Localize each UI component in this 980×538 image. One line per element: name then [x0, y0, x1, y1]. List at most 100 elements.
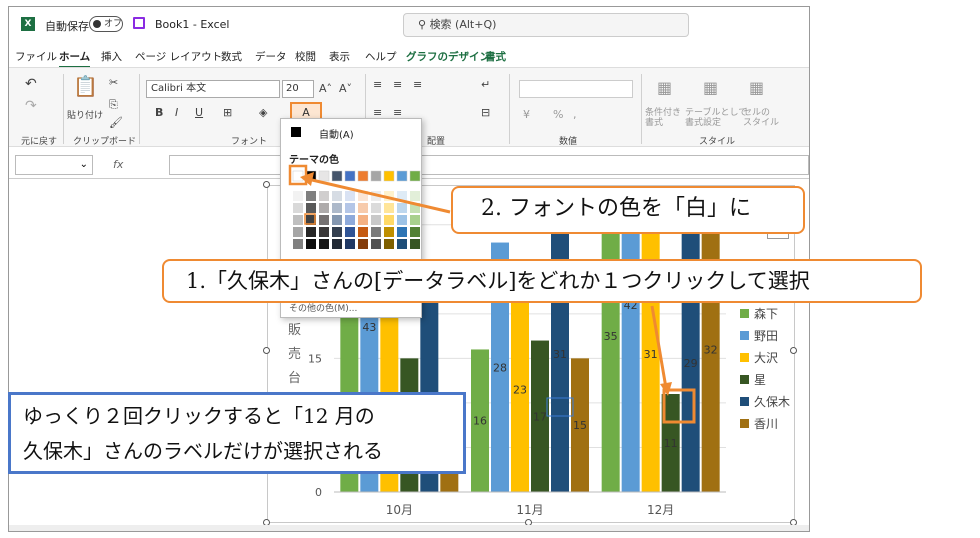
tab-file[interactable]: ファイル: [15, 49, 57, 64]
tab-chart-design[interactable]: グラフのデザイン: [406, 49, 490, 64]
redo-icon[interactable]: ↷: [25, 98, 37, 114]
table-format-icon[interactable]: ▦: [703, 78, 718, 97]
color-swatch[interactable]: [358, 215, 368, 225]
color-swatch[interactable]: [383, 170, 395, 182]
font-name-select[interactable]: Calibri 本文: [146, 80, 280, 98]
align-top-icon[interactable]: ≡: [373, 78, 382, 91]
color-swatch[interactable]: [345, 215, 355, 225]
y-axis-label[interactable]: 台: [288, 371, 301, 386]
resize-handle[interactable]: [263, 181, 270, 188]
paste-icon[interactable]: 📋: [73, 74, 98, 98]
color-swatch[interactable]: [319, 191, 329, 201]
x-tick-label[interactable]: 12月: [647, 503, 674, 517]
data-label[interactable]: 31: [644, 348, 658, 361]
function-icon[interactable]: fx: [113, 158, 123, 171]
cut-icon[interactable]: ✂: [109, 76, 118, 89]
italic-button[interactable]: I: [175, 106, 178, 119]
data-label[interactable]: 17: [533, 410, 547, 423]
legend-label[interactable]: 香川: [754, 417, 778, 431]
legend-label[interactable]: 森下: [754, 306, 778, 321]
color-swatch[interactable]: [396, 170, 408, 182]
data-label[interactable]: 16: [473, 415, 487, 428]
legend-label[interactable]: 野田: [754, 329, 778, 343]
color-swatch[interactable]: [293, 239, 303, 249]
color-swatch[interactable]: [371, 227, 381, 237]
color-swatch[interactable]: [384, 191, 394, 201]
color-swatch[interactable]: [319, 239, 329, 249]
currency-icon[interactable]: ¥: [523, 108, 530, 121]
color-swatch[interactable]: [358, 191, 368, 201]
search-input[interactable]: ⚲ 検索 (Alt+Q): [403, 13, 689, 37]
color-swatch[interactable]: [384, 239, 394, 249]
color-swatch[interactable]: [345, 239, 355, 249]
color-swatch[interactable]: [293, 227, 303, 237]
color-swatch[interactable]: [397, 239, 407, 249]
legend-label[interactable]: 星: [754, 373, 766, 387]
color-swatch[interactable]: [410, 227, 420, 237]
color-swatch[interactable]: [409, 170, 421, 182]
data-label[interactable]: 43: [362, 321, 376, 334]
format-painter-icon[interactable]: 🖌: [109, 116, 123, 129]
save-icon[interactable]: [133, 17, 145, 29]
color-swatch[interactable]: [371, 215, 381, 225]
legend-swatch[interactable]: [740, 309, 749, 318]
data-label[interactable]: 23: [513, 384, 527, 397]
color-swatch[interactable]: [332, 203, 342, 213]
legend-swatch[interactable]: [740, 353, 749, 362]
color-swatch[interactable]: [332, 191, 342, 201]
color-swatch[interactable]: [332, 239, 342, 249]
color-swatch[interactable]: [345, 203, 355, 213]
y-tick-label[interactable]: 0: [315, 486, 322, 499]
x-tick-label[interactable]: 10月: [386, 503, 413, 517]
auto-color-swatch[interactable]: [291, 127, 301, 137]
tab-formulas[interactable]: 数式: [221, 49, 242, 64]
color-swatch[interactable]: [358, 203, 368, 213]
data-label[interactable]: 29: [684, 357, 698, 370]
tab-page-layout[interactable]: ページ レイアウト: [135, 49, 222, 64]
align-middle-icon[interactable]: ≡: [393, 78, 402, 91]
legend-swatch[interactable]: [740, 375, 749, 384]
legend-swatch[interactable]: [740, 331, 749, 340]
color-swatch[interactable]: [345, 191, 355, 201]
color-swatch[interactable]: [397, 203, 407, 213]
name-box[interactable]: ⌄: [15, 155, 93, 175]
grow-font-icon[interactable]: A˄: [319, 82, 332, 95]
tab-format[interactable]: 書式: [485, 49, 506, 64]
color-swatch[interactable]: [384, 203, 394, 213]
tab-insert[interactable]: 挿入: [101, 49, 122, 64]
tab-review[interactable]: 校閲: [295, 49, 316, 64]
color-swatch[interactable]: [358, 227, 368, 237]
percent-icon[interactable]: %: [553, 108, 563, 121]
border-icon[interactable]: ⊞: [223, 106, 232, 119]
conditional-format-label[interactable]: 条件付き 書式: [645, 108, 681, 128]
legend-swatch[interactable]: [740, 419, 749, 428]
number-format-select[interactable]: [519, 80, 633, 98]
formula-input[interactable]: [169, 155, 809, 175]
cell-style-label[interactable]: セルの スタイル: [743, 108, 779, 128]
bold-button[interactable]: B: [155, 106, 163, 119]
resize-handle[interactable]: [263, 347, 270, 354]
merge-icon[interactable]: ⊟: [481, 106, 490, 119]
conditional-format-icon[interactable]: ▦: [657, 78, 672, 97]
color-swatch[interactable]: [318, 170, 330, 182]
color-swatch[interactable]: [397, 215, 407, 225]
color-swatch[interactable]: [293, 215, 303, 225]
color-swatch[interactable]: [332, 227, 342, 237]
auto-color-option[interactable]: 自動(A): [319, 126, 354, 141]
data-label[interactable]: 31: [553, 348, 567, 361]
color-swatch[interactable]: [344, 170, 356, 182]
data-label[interactable]: 32: [704, 343, 718, 356]
resize-handle[interactable]: [790, 347, 797, 354]
cell-style-icon[interactable]: ▦: [749, 78, 764, 97]
color-swatch[interactable]: [384, 215, 394, 225]
underline-button[interactable]: U: [195, 106, 203, 119]
tab-help[interactable]: ヘルプ: [365, 49, 397, 64]
color-swatch[interactable]: [371, 191, 381, 201]
fill-color-icon[interactable]: ◈: [259, 106, 267, 119]
data-label[interactable]: 15: [573, 419, 587, 432]
color-swatch[interactable]: [410, 215, 420, 225]
y-tick-label[interactable]: 15: [308, 352, 322, 365]
font-size-select[interactable]: 20: [282, 80, 314, 98]
color-swatch[interactable]: [306, 227, 316, 237]
color-swatch[interactable]: [319, 227, 329, 237]
